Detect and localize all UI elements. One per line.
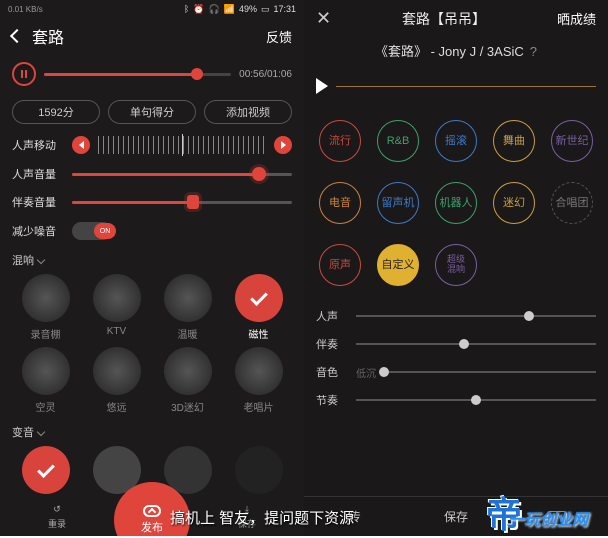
bluetooth-icon: ᛒ bbox=[184, 4, 189, 14]
slider[interactable] bbox=[384, 371, 596, 373]
right-slider-row: 节奏 bbox=[316, 386, 596, 414]
bottom-bar: ↺ 重录 发布 ⤓ 保存 bbox=[0, 490, 304, 536]
share-score-button[interactable]: 晒成绩 bbox=[557, 9, 596, 28]
alarm-icon: ⏰ bbox=[193, 4, 204, 15]
page-title: 套路 bbox=[22, 24, 266, 48]
play-button[interactable] bbox=[316, 78, 328, 94]
move-ruler[interactable] bbox=[98, 136, 266, 154]
slider[interactable] bbox=[356, 315, 596, 317]
cloud-upload-icon bbox=[143, 505, 161, 517]
waveform[interactable] bbox=[336, 72, 596, 100]
undo-icon: ↺ bbox=[53, 504, 61, 515]
time-display: 00:56/01:06 bbox=[239, 69, 292, 80]
vocal-volume-label: 人声音量 bbox=[12, 166, 64, 182]
download-icon: ⤓ bbox=[245, 504, 249, 515]
progress-slider[interactable] bbox=[44, 73, 231, 76]
reverb-item[interactable]: 录音棚 bbox=[12, 274, 79, 341]
help-icon[interactable]: ? bbox=[530, 44, 537, 59]
accomp-volume-label: 伴奏音量 bbox=[12, 194, 64, 210]
publish-button[interactable]: 发布 bbox=[114, 482, 190, 536]
style-tag[interactable]: 机器人 bbox=[435, 182, 477, 224]
pitch-section-label: 变音 bbox=[0, 418, 304, 442]
feedback-link[interactable]: 反馈 bbox=[266, 27, 292, 46]
reverb-item[interactable]: 悠远 bbox=[83, 347, 150, 414]
pitch-item[interactable] bbox=[12, 446, 79, 494]
move-left-button[interactable] bbox=[72, 136, 90, 154]
noise-toggle[interactable]: ON bbox=[72, 222, 112, 240]
add-video-pill[interactable]: 添加视频 bbox=[204, 100, 292, 124]
headphone-icon: 🎧 bbox=[209, 4, 220, 15]
song-title: 《套路》 - Jony J / 3ASiC? bbox=[304, 37, 608, 68]
slider[interactable] bbox=[356, 343, 596, 345]
pitch-item[interactable] bbox=[225, 446, 292, 494]
upload-button[interactable]: 传 bbox=[304, 508, 405, 525]
right-slider-row: 人声 bbox=[316, 302, 596, 330]
right-panel: ✕ 套路【吊吊】 晒成绩 《套路》 - Jony J / 3ASiC? 流行 R&… bbox=[304, 0, 608, 536]
style-tag[interactable]: 电音 bbox=[319, 182, 361, 224]
style-tag[interactable]: 合唱团 bbox=[551, 182, 593, 224]
noise-reduce-label: 减少噪音 bbox=[12, 223, 64, 239]
style-tag[interactable]: 留声机 bbox=[377, 182, 419, 224]
reverb-item[interactable]: 老唱片 bbox=[225, 347, 292, 414]
right-slider-row: 伴奏 bbox=[316, 330, 596, 358]
left-panel: 0.01 KB/s ᛒ ⏰ 🎧 📶 49% ▭ 17:31 套路 反馈 00:5… bbox=[0, 0, 304, 536]
mv-icon: MV bbox=[547, 511, 567, 525]
style-tag[interactable]: R&B bbox=[377, 120, 419, 162]
panel-title: 套路【吊吊】 bbox=[331, 9, 557, 29]
chevron-down-icon bbox=[37, 256, 45, 264]
reverb-item[interactable]: 磁性 bbox=[225, 274, 292, 341]
save-button-r[interactable]: 保存 bbox=[405, 508, 506, 525]
move-right-button[interactable] bbox=[274, 136, 292, 154]
style-tag[interactable]: 流行 bbox=[319, 120, 361, 162]
rerecord-button[interactable]: ↺ 重录 bbox=[0, 504, 114, 536]
pause-icon bbox=[21, 70, 27, 78]
pause-button[interactable] bbox=[12, 62, 36, 86]
vocal-volume-slider[interactable] bbox=[72, 173, 292, 176]
reverb-item[interactable]: KTV bbox=[83, 274, 150, 341]
style-tag[interactable]: 超级 混响 bbox=[435, 244, 477, 286]
right-slider-row: 音色低沉 bbox=[316, 358, 596, 386]
accomp-volume-slider[interactable] bbox=[72, 201, 292, 204]
save-button[interactable]: ⤓ 保存 bbox=[190, 504, 304, 536]
reverb-section-label: 混响 bbox=[0, 246, 304, 270]
style-tag[interactable]: 新世纪 bbox=[551, 120, 593, 162]
reverb-item[interactable]: 3D迷幻 bbox=[154, 347, 221, 414]
reverb-item[interactable]: 温暖 bbox=[154, 274, 221, 341]
vocal-move-label: 人声移动 bbox=[12, 137, 64, 153]
signal-icon: 📶 bbox=[224, 4, 235, 15]
close-icon[interactable]: ✕ bbox=[316, 8, 331, 29]
line-score-pill[interactable]: 单句得分 bbox=[108, 100, 196, 124]
mv-button[interactable]: MV bbox=[507, 508, 608, 525]
style-tag[interactable]: 摇滚 bbox=[435, 120, 477, 162]
style-tag[interactable]: 迷幻 bbox=[493, 182, 535, 224]
slider[interactable] bbox=[356, 399, 596, 401]
status-bar: 0.01 KB/s ᛒ ⏰ 🎧 📶 49% ▭ 17:31 bbox=[0, 0, 304, 18]
style-tag[interactable]: 自定义 bbox=[377, 244, 419, 286]
style-tag[interactable]: 原声 bbox=[319, 244, 361, 286]
style-tag[interactable]: 舞曲 bbox=[493, 120, 535, 162]
score-pill[interactable]: 1592分 bbox=[12, 100, 100, 124]
chevron-down-icon bbox=[37, 428, 45, 436]
right-bottom-bar: 传 保存 MV bbox=[304, 496, 608, 536]
reverb-item[interactable]: 空灵 bbox=[12, 347, 79, 414]
